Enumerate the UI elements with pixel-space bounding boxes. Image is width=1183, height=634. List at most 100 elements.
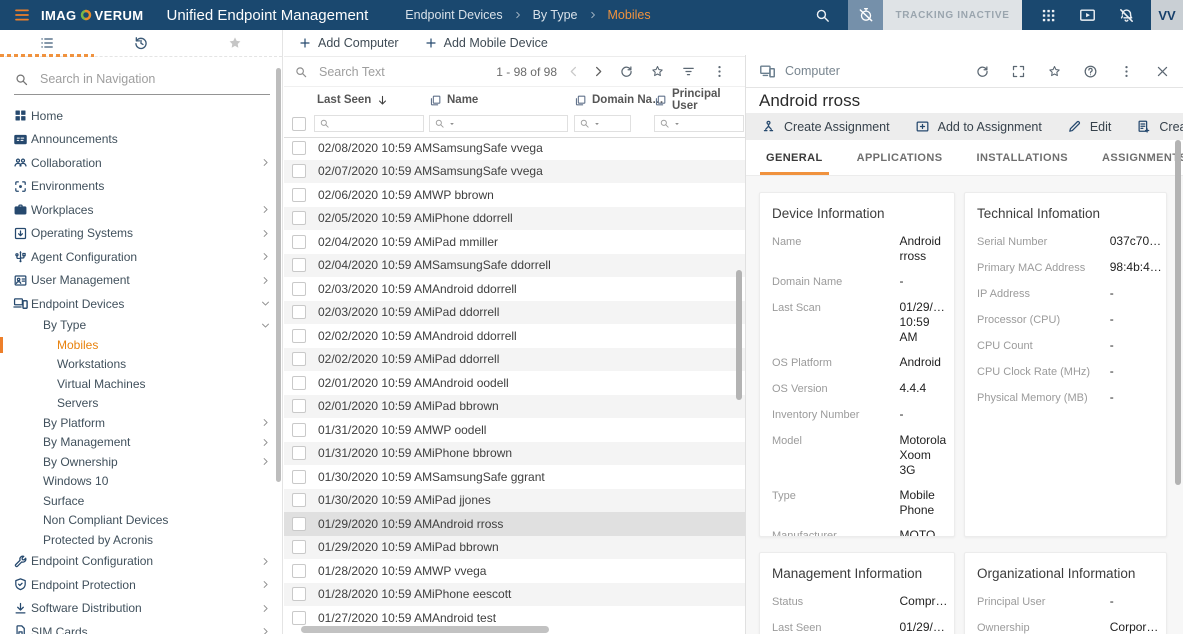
sidebar-item-by-management[interactable]: By Management <box>0 433 282 453</box>
sidebar-item-by-ownership[interactable]: By Ownership <box>0 452 282 472</box>
column-header-last-seen[interactable]: Last Seen <box>317 87 389 113</box>
notifications-off-icon[interactable] <box>1118 7 1135 24</box>
remote-view-icon[interactable] <box>1079 7 1096 24</box>
row-checkbox[interactable] <box>292 470 306 484</box>
row-checkbox[interactable] <box>292 188 306 202</box>
edit-button[interactable]: Edit <box>1067 119 1112 134</box>
create-task-button[interactable]: Create Task <box>1136 119 1183 134</box>
table-row[interactable]: 02/07/2020 10:59 AM SamsungSafe vvega <box>284 160 745 184</box>
create-assignment-button[interactable]: Create Assignment <box>761 119 890 134</box>
table-row[interactable]: 02/01/2020 10:59 AM iPad bbrown <box>284 395 745 419</box>
global-search-icon[interactable] <box>814 7 831 24</box>
sidebar-item-sim-cards[interactable]: SIM Cards <box>0 620 282 634</box>
sidebar-item-windows-10[interactable]: Windows 10 <box>0 472 282 492</box>
table-row[interactable]: 01/30/2020 10:59 AM SamsungSafe ggrant <box>284 465 745 489</box>
row-checkbox[interactable] <box>292 141 306 155</box>
sidebar-item-protected-by-acronis[interactable]: Protected by Acronis <box>0 530 282 550</box>
table-row[interactable]: 02/08/2020 10:59 AM SamsungSafe vvega <box>284 136 745 160</box>
row-checkbox[interactable] <box>292 540 306 554</box>
sidebar-scrollbar[interactable] <box>276 68 281 482</box>
row-checkbox[interactable] <box>292 211 306 225</box>
row-checkbox[interactable] <box>292 611 306 625</box>
sidebar-item-by-type[interactable]: By Type <box>0 316 282 336</box>
filter-icon[interactable] <box>681 64 696 79</box>
table-row[interactable]: 02/03/2020 10:59 AM Android ddorrell <box>284 277 745 301</box>
filter-principal-user-input[interactable] <box>684 118 739 130</box>
list-search-input[interactable] <box>317 64 496 80</box>
table-row[interactable]: 01/30/2020 10:59 AM iPad jjones <box>284 489 745 513</box>
row-checkbox[interactable] <box>292 305 306 319</box>
apps-grid-icon[interactable] <box>1040 7 1057 24</box>
sidebar-item-software-distribution[interactable]: Software Distribution <box>0 597 282 621</box>
sidebar-item-mobiles[interactable]: Mobiles <box>0 335 282 355</box>
filter-domain-input[interactable] <box>604 118 626 130</box>
user-avatar[interactable]: VV <box>1151 0 1183 30</box>
tab-applications[interactable]: APPLICATIONS <box>840 140 960 175</box>
help-icon[interactable] <box>1083 64 1098 79</box>
more-menu-icon[interactable] <box>712 64 727 79</box>
filter-name-input[interactable] <box>459 118 563 130</box>
sidebar-item-non-compliant-devices[interactable]: Non Compliant Devices <box>0 511 282 531</box>
row-checkbox[interactable] <box>292 493 306 507</box>
sidebar-item-announcements[interactable]: Announcements <box>0 128 282 152</box>
sidebar-item-workplaces[interactable]: Workplaces <box>0 198 282 222</box>
add-computer-button[interactable]: Add Computer <box>299 36 399 50</box>
row-checkbox[interactable] <box>292 329 306 343</box>
table-row[interactable]: 02/02/2020 10:59 AM Android ddorrell <box>284 324 745 348</box>
row-checkbox[interactable] <box>292 446 306 460</box>
table-row[interactable]: 02/03/2020 10:59 AM iPad ddorrell <box>284 301 745 325</box>
tab-general[interactable]: GENERAL <box>749 140 840 175</box>
row-checkbox[interactable] <box>292 587 306 601</box>
breadcrumb-item[interactable]: Mobiles <box>608 8 651 22</box>
row-checkbox[interactable] <box>292 517 306 531</box>
column-header-domain[interactable]: Domain Na… <box>574 87 664 113</box>
table-row[interactable]: 02/05/2020 10:59 AM iPhone ddorrell <box>284 207 745 231</box>
sidebar-item-endpoint-protection[interactable]: Endpoint Protection <box>0 573 282 597</box>
tab-installations[interactable]: INSTALLATIONS <box>959 140 1085 175</box>
refresh-icon[interactable] <box>619 64 634 79</box>
column-header-principal-user[interactable]: Principal User <box>654 87 745 113</box>
row-checkbox[interactable] <box>292 399 306 413</box>
add-mobile-device-button[interactable]: Add Mobile Device <box>425 36 548 50</box>
tab-favorites[interactable] <box>188 30 282 56</box>
sidebar-item-collaboration[interactable]: Collaboration <box>0 151 282 175</box>
sidebar-item-agent-configuration[interactable]: Agent Configuration <box>0 245 282 269</box>
table-row[interactable]: 02/04/2020 10:59 AM iPad mmiller <box>284 230 745 254</box>
favorite-icon[interactable] <box>1047 64 1062 79</box>
sidebar-item-endpoint-devices[interactable]: Endpoint Devices <box>0 292 282 316</box>
fullscreen-icon[interactable] <box>1011 64 1026 79</box>
breadcrumb-item[interactable]: Endpoint Devices <box>405 8 502 22</box>
refresh-icon[interactable] <box>975 64 990 79</box>
tracking-timer-button[interactable] <box>848 0 883 30</box>
table-row[interactable]: 02/06/2020 10:59 AM WP bbrown <box>284 183 745 207</box>
close-icon[interactable] <box>1155 64 1170 79</box>
sidebar-item-operating-systems[interactable]: Operating Systems <box>0 222 282 246</box>
filter-last-seen-input[interactable] <box>333 118 419 130</box>
row-checkbox[interactable] <box>292 258 306 272</box>
sidebar-item-environments[interactable]: Environments <box>0 175 282 199</box>
table-row[interactable]: 01/28/2020 10:59 AM WP vvega <box>284 559 745 583</box>
sidebar-item-virtual-machines[interactable]: Virtual Machines <box>0 374 282 394</box>
add-to-assignment-button[interactable]: Add to Assignment <box>915 119 1042 134</box>
table-row[interactable]: 02/04/2020 10:59 AM SamsungSafe ddorrell <box>284 254 745 278</box>
row-checkbox[interactable] <box>292 423 306 437</box>
page-next-icon[interactable] <box>591 64 606 79</box>
caret-down-icon[interactable] <box>593 120 601 128</box>
row-checkbox[interactable] <box>292 564 306 578</box>
sidebar-item-user-management[interactable]: User Management <box>0 269 282 293</box>
sidebar-item-endpoint-configuration[interactable]: Endpoint Configuration <box>0 550 282 574</box>
tab-assignments[interactable]: ASSIGNMENTS <box>1085 140 1183 175</box>
list-vertical-scrollbar[interactable] <box>736 270 742 400</box>
tab-history[interactable] <box>94 30 188 56</box>
sidebar-search-input[interactable] <box>38 71 270 87</box>
row-checkbox[interactable] <box>292 352 306 366</box>
select-all-checkbox[interactable] <box>292 117 306 131</box>
caret-down-icon[interactable] <box>448 120 456 128</box>
table-row[interactable]: 02/02/2020 10:59 AM iPad ddorrell <box>284 348 745 372</box>
sidebar-item-surface[interactable]: Surface <box>0 491 282 511</box>
page-previous-icon[interactable] <box>566 64 581 79</box>
tracking-inactive-button[interactable]: TRACKING INACTIVE <box>883 0 1022 30</box>
sidebar-item-home[interactable]: Home <box>0 104 282 128</box>
row-checkbox[interactable] <box>292 164 306 178</box>
table-row[interactable]: 01/29/2020 10:59 AM Android rross <box>284 512 745 536</box>
